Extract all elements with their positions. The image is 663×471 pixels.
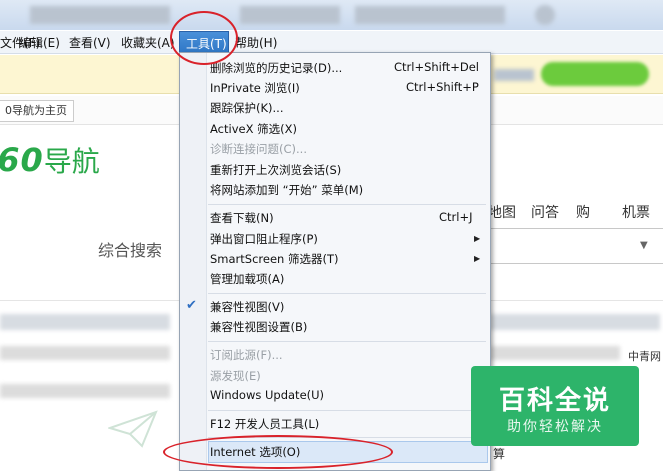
menu-item-activex-filtering[interactable]: ActiveX 筛选(X) [210,121,297,137]
menu-help[interactable]: 帮助(H) [235,34,277,51]
watermark-title: 百科全说 [498,386,611,416]
logo-number: 360 [0,141,44,179]
menu-item-subscribe-feed: 订阅此源(F)... [210,348,283,362]
site-logo[interactable]: 360导航 [0,140,100,180]
search-input[interactable] [490,228,663,264]
shortcut-view-downloads: Ctrl+J [439,210,473,224]
menu-favorites[interactable]: 收藏夹(A) [121,34,175,51]
shortcut-delete-history: Ctrl+Shift+Del [394,60,479,74]
paper-plane-icon [108,410,158,448]
search-category-label[interactable]: 综合搜索 [98,237,162,261]
menu-item-popup-blocker[interactable]: 弹出窗口阻止程序(P) [210,231,318,247]
submenu-arrow-icon: ▶ [474,254,481,263]
menu-edit[interactable]: 编辑(E) [19,34,60,51]
menu-separator [208,293,486,294]
menu-separator [208,410,486,411]
nav-link-flights[interactable]: 机票 [622,202,650,222]
menu-item-f12-developer-tools[interactable]: F12 开发人员工具(L) [210,416,319,432]
checkmark-icon: ✔ [186,298,197,313]
menu-separator [208,204,486,205]
chevron-down-icon[interactable]: ▼ [640,240,648,251]
menu-item-view-downloads[interactable]: 查看下载(N) [210,210,274,226]
menu-view[interactable]: 查看(V) [69,34,111,51]
browser-title-bar [0,0,663,30]
news-source-label[interactable]: 中青网 [628,348,661,364]
notification-action-button[interactable] [541,62,649,86]
nav-link-shop[interactable]: 购 [576,202,590,222]
menu-item-compatibility-settings[interactable]: 兼容性视图设置(B) [210,319,307,335]
menu-item-smartscreen[interactable]: SmartScreen 筛选器(T) [210,251,338,267]
set-homepage-button[interactable]: 0导航为主页 [0,100,74,122]
submenu-arrow-icon: ▶ [474,234,481,243]
menu-gutter [180,53,207,470]
nav-link-map[interactable]: 地图 [488,202,516,222]
menu-item-delete-history[interactable]: 删除浏览的历史记录(D)... [210,60,342,76]
logo-text: 导航 [43,145,100,178]
nav-link-qa[interactable]: 问答 [531,202,559,222]
watermark-subtitle: 助你轻松解决 [507,419,603,435]
menu-item-tracking-protection[interactable]: 跟踪保护(K)... [210,100,283,116]
menu-item-diagnose-connection: 诊断连接问题(C)... [210,142,307,156]
menu-item-add-to-start[interactable]: 将网站添加到 “开始” 菜单(M) [210,182,363,198]
menu-item-compatibility-view[interactable]: 兼容性视图(V) [210,299,284,315]
annotation-circle-tools [170,11,238,65]
shortcut-inprivate: Ctrl+Shift+P [406,80,479,94]
watermark-logo: 百科全说 助你轻松解决 [471,366,639,446]
tools-dropdown-menu: 删除浏览的历史记录(D)... Ctrl+Shift+Del InPrivate… [179,52,491,471]
menu-separator [208,341,486,342]
menu-item-feed-discovery: 源发现(E) [210,369,261,383]
menu-item-inprivate[interactable]: InPrivate 浏览(I) [210,80,300,96]
menu-item-windows-update[interactable]: Windows Update(U) [210,388,324,402]
menu-item-reopen-session[interactable]: 重新打开上次浏览会话(S) [210,162,341,178]
annotation-circle-internet-options [163,435,393,469]
page-text-fragment: 算 [493,447,506,461]
menu-item-manage-addons[interactable]: 管理加载项(A) [210,271,284,287]
